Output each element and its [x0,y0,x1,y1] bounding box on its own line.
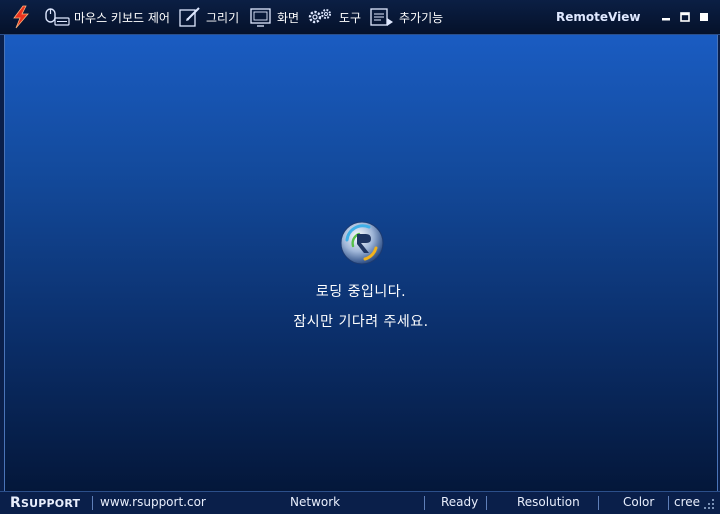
lightning-icon [13,5,29,29]
status-screen: cree [674,495,701,509]
close-icon [700,13,708,21]
rsupport-logo-icon [340,221,384,265]
window-arrow-icon [370,8,393,26]
status-resolution: Resolution [517,495,580,509]
brand-rest: SUPPORT [20,497,81,510]
status-separator [92,496,93,510]
minimize-button[interactable] [659,10,673,24]
screen-icon [250,8,271,27]
extras-label: 추가기능 [399,10,444,25]
mouse-keyboard-label: 마우스 키보드 제어 [74,10,170,25]
status-bar: RSUPPORT www.rsupport.cor Network Ready … [0,491,720,514]
remoteview-window: 마우스 키보드 제어 그리기 화면 도구 추가기능 RemoteView 로딩 … [0,0,720,514]
extras-button[interactable]: 추가기능 [369,0,443,34]
remote-screen-area[interactable]: 로딩 중입니다. 잠시만 기다려 주세요. [4,35,718,491]
status-separator [424,496,425,510]
close-button[interactable] [697,10,711,24]
status-separator [668,496,669,510]
rsupport-brand: RSUPPORT [10,495,80,511]
app-title: RemoteView [556,10,641,24]
status-separator [486,496,487,510]
maximize-icon [680,12,690,22]
mouse-keyboard-control-button[interactable]: 마우스 키보드 제어 [44,0,170,34]
wait-message: 잠시만 기다려 주세요. [293,314,429,330]
tools-button[interactable]: 도구 [305,0,361,34]
minimize-icon [662,18,670,21]
status-separator [598,496,599,510]
screen-button[interactable]: 화면 [249,0,299,34]
status-color: Color [623,495,655,509]
draw-label: 그리기 [206,10,240,25]
brand-r: R [10,495,21,511]
screen-label: 화면 [277,10,300,25]
status-ready: Ready [441,495,479,509]
tools-label: 도구 [339,10,362,25]
status-network: Network [290,495,341,509]
toolbar: 마우스 키보드 제어 그리기 화면 도구 추가기능 RemoteView [0,0,720,35]
pencil-icon [179,7,200,27]
maximize-button[interactable] [678,10,692,24]
draw-button[interactable]: 그리기 [178,0,239,34]
resize-grip-icon[interactable] [703,498,715,510]
gear-icon [308,9,331,24]
lightning-button[interactable] [10,0,32,34]
loading-message: 로딩 중입니다. [315,284,407,300]
mouse-keyboard-icon [45,8,70,26]
status-url: www.rsupport.cor [100,495,206,509]
